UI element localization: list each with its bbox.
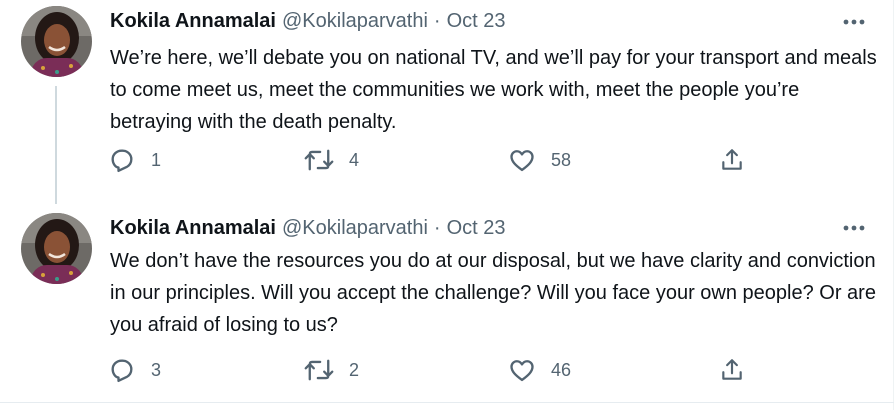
retweet-count: 4 — [349, 149, 360, 170]
author-handle[interactable]: @Kokilaparvathi — [282, 10, 428, 33]
author-name[interactable]: Kokila Annamalai — [110, 217, 276, 240]
more-options-button[interactable] — [838, 10, 870, 34]
retweet-count: 2 — [349, 359, 360, 380]
tweet-1[interactable]: Kokila Annamalai @Kokilaparvathi · Oct 2… — [0, 0, 893, 205]
like-count: 46 — [551, 359, 572, 380]
retweet-button[interactable]: 4 — [304, 143, 359, 177]
tweet-timestamp[interactable]: Oct 23 — [447, 10, 506, 33]
reply-bubble-icon — [111, 359, 133, 383]
heart-icon — [510, 150, 534, 172]
heart-icon — [510, 360, 534, 382]
retweet-icon — [304, 359, 334, 381]
tweet-header: Kokila Annamalai @Kokilaparvathi · Oct 2… — [110, 216, 506, 240]
like-count: 58 — [551, 149, 572, 170]
author-name[interactable]: Kokila Annamalai — [110, 10, 276, 33]
header-separator: · — [433, 9, 441, 32]
like-button[interactable]: 46 — [508, 353, 571, 387]
more-horizontal-icon — [843, 225, 865, 231]
tweet-actions: 3 2 46 — [108, 353, 768, 387]
avatar[interactable] — [21, 213, 92, 284]
avatar[interactable] — [21, 6, 92, 77]
share-button[interactable] — [719, 143, 745, 177]
reply-button[interactable]: 1 — [108, 143, 161, 177]
tweet-text: We don’t have the resources you do at ou… — [110, 250, 876, 336]
tweet-actions: 1 4 58 — [108, 143, 768, 177]
reply-count: 1 — [151, 149, 162, 170]
tweet-text: We’re here, we’ll debate you on national… — [110, 47, 877, 133]
reply-bubble-icon — [111, 149, 133, 173]
panel-bottom-border — [0, 402, 894, 403]
tweet-timestamp[interactable]: Oct 23 — [447, 217, 506, 240]
retweet-icon — [304, 149, 334, 171]
tweet-header: Kokila Annamalai @Kokilaparvathi · Oct 2… — [110, 9, 506, 33]
avatar-photo-icon — [21, 6, 92, 77]
more-options-button[interactable] — [838, 216, 870, 240]
avatar-photo-icon — [21, 213, 92, 284]
author-handle[interactable]: @Kokilaparvathi — [282, 217, 428, 240]
share-upload-icon — [722, 359, 742, 380]
more-horizontal-icon — [843, 19, 865, 25]
tweet-2[interactable]: Kokila Annamalai @Kokilaparvathi · Oct 2… — [0, 206, 893, 402]
header-separator: · — [433, 216, 441, 239]
like-button[interactable]: 58 — [508, 143, 571, 177]
retweet-button[interactable]: 2 — [304, 353, 359, 387]
reply-count: 3 — [151, 359, 162, 380]
share-button[interactable] — [719, 353, 745, 387]
share-upload-icon — [722, 149, 742, 170]
reply-button[interactable]: 3 — [108, 353, 161, 387]
